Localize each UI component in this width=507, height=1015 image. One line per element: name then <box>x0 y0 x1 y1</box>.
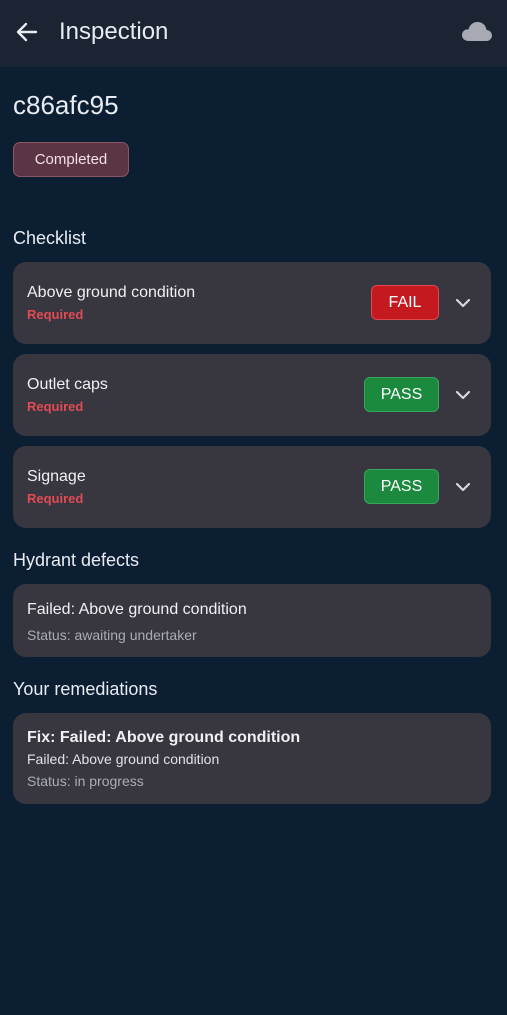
app-bar: Inspection <box>0 0 507 67</box>
chevron-down-icon[interactable] <box>453 293 473 313</box>
cloud-icon <box>462 22 492 41</box>
remediation-card[interactable]: Fix: Failed: Above ground condition Fail… <box>13 713 491 804</box>
remediations-heading: Your remediations <box>13 679 158 699</box>
cloud-sync-button[interactable] <box>460 19 494 45</box>
remediation-title: Fix: Failed: Above ground condition <box>27 729 301 746</box>
remediation-status: Status: in progress <box>27 773 144 789</box>
remediation-defect: Failed: Above ground condition <box>27 751 220 767</box>
page-title: Inspection <box>59 18 169 45</box>
required-indicator: Required <box>27 399 84 414</box>
chevron-down-icon[interactable] <box>453 385 473 405</box>
checklist-item-outlet-caps[interactable]: Outlet caps Required PASS <box>13 354 491 436</box>
defect-card[interactable]: Failed: Above ground condition Status: a… <box>13 584 491 657</box>
checklist-item-label: Above ground condition <box>27 284 196 301</box>
pass-result-button[interactable]: PASS <box>364 377 439 412</box>
inspection-id: c86afc95 <box>13 90 119 120</box>
chevron-down-icon[interactable] <box>453 477 473 497</box>
checklist-item-above-ground-condition[interactable]: Above ground condition Required FAIL <box>13 262 491 344</box>
status-badge: Completed <box>13 142 129 177</box>
required-indicator: Required <box>27 491 84 506</box>
checklist-heading: Checklist <box>13 228 87 248</box>
defect-title: Failed: Above ground condition <box>27 601 247 618</box>
back-button[interactable] <box>12 17 42 47</box>
checklist-item-label: Signage <box>27 468 86 485</box>
checklist-item-signage[interactable]: Signage Required PASS <box>13 446 491 528</box>
defect-status: Status: awaiting undertaker <box>27 627 197 643</box>
pass-result-button[interactable]: PASS <box>364 469 439 504</box>
hydrant-defects-heading: Hydrant defects <box>13 550 140 570</box>
fail-result-button[interactable]: FAIL <box>371 285 439 320</box>
arrow-left-icon <box>16 22 38 42</box>
checklist-item-label: Outlet caps <box>27 376 108 393</box>
required-indicator: Required <box>27 307 84 322</box>
